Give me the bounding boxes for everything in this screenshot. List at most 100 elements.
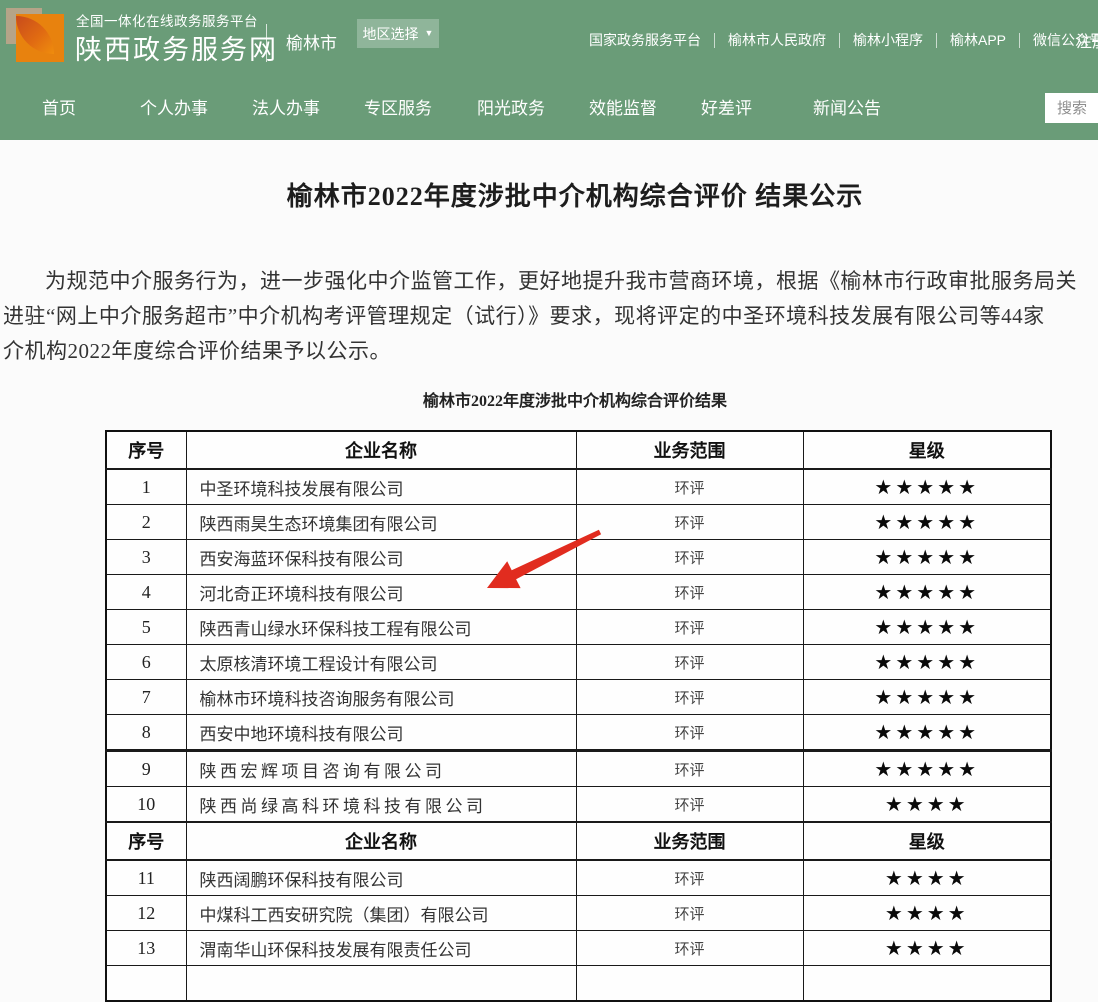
nav-item-home[interactable]: 首页 xyxy=(42,99,76,119)
cell-scope: 环评 xyxy=(576,575,803,610)
cell-company-name: 中圣环境科技发展有限公司 xyxy=(186,469,576,505)
cell-scope: 环评 xyxy=(576,645,803,680)
cell-no: 10 xyxy=(106,787,186,823)
cell-scope: 环评 xyxy=(576,715,803,751)
link-national-platform[interactable]: 国家政务服务平台 xyxy=(576,30,714,50)
cell-scope: 环评 xyxy=(576,751,803,787)
header-links: 国家政务服务平台 榆林市人民政府 榆林小程序 榆林APP 微信公众号 xyxy=(576,30,1098,50)
cell-star-rating xyxy=(803,966,1051,1002)
cell-company-name: 太原核清环境工程设计有限公司 xyxy=(186,645,576,680)
cell-no: 9 xyxy=(106,751,186,787)
cell-company-name: 西安中地环境科技有限公司 xyxy=(186,715,576,751)
link-yulin-app[interactable]: 榆林APP xyxy=(937,30,1019,50)
cell-no: 13 xyxy=(106,931,186,966)
table-row-highlighted: 4 河北奇正环境科技有限公司 环评 ★★★★★ xyxy=(106,575,1051,610)
cell-company-name: 陕西尚绿高科环境科技有限公司 xyxy=(186,787,576,823)
cell-company-name xyxy=(186,966,576,1002)
cell-company-name: 陕西宏辉项目咨询有限公司 xyxy=(186,751,576,787)
nav-item-efficiency[interactable]: 效能监督 xyxy=(589,99,657,119)
cell-no: 5 xyxy=(106,610,186,645)
cell-scope: 环评 xyxy=(576,469,803,505)
nav-item-sunshine[interactable]: 阳光政务 xyxy=(477,99,545,119)
table-caption: 榆林市2022年度涉批中介机构综合评价结果 xyxy=(3,387,1098,411)
announcement-paragraph: 为规范中介服务行为，进一步强化中介监管工作，更好地提升我市营商环境，根据《榆林市… xyxy=(3,264,1098,369)
cell-star-rating: ★★★★★ xyxy=(803,751,1051,787)
table-row: 9 陕西宏辉项目咨询有限公司 环评 ★★★★★ xyxy=(106,751,1051,787)
cell-scope xyxy=(576,966,803,1002)
column-header-name: 企业名称 xyxy=(186,431,576,469)
table-header-row: 序号 企业名称 业务范围 星级 xyxy=(106,431,1051,469)
table-row: 8 西安中地环境科技有限公司 环评 ★★★★★ xyxy=(106,715,1051,751)
cell-company-name: 河北奇正环境科技有限公司 xyxy=(186,575,576,610)
cell-star-rating: ★★★★★ xyxy=(803,575,1051,610)
column-header-name: 企业名称 xyxy=(186,822,576,860)
cell-scope: 环评 xyxy=(576,610,803,645)
cell-scope: 环评 xyxy=(576,896,803,931)
region-selector-button[interactable]: 地区选择 ▼ xyxy=(357,19,439,48)
table-row: 6 太原核清环境工程设计有限公司 环评 ★★★★★ xyxy=(106,645,1051,680)
cell-scope: 环评 xyxy=(576,787,803,823)
cell-scope: 环评 xyxy=(576,505,803,540)
link-yulin-miniprogram[interactable]: 榆林小程序 xyxy=(840,30,936,50)
cell-star-rating: ★★★★★ xyxy=(803,540,1051,575)
cell-star-rating: ★★★★★ xyxy=(803,715,1051,751)
table-row: 10 陕西尚绿高科环境科技有限公司 环评 ★★★★ xyxy=(106,787,1051,823)
table-row: 12 中煤科工西安研究院（集团）有限公司 环评 ★★★★ xyxy=(106,896,1051,931)
nav-item-review[interactable]: 好差评 xyxy=(701,99,752,119)
register-link[interactable]: 注册 xyxy=(1076,28,1098,52)
region-selector-label: 地区选择 xyxy=(363,24,419,44)
cell-company-name: 陕西青山绿水环保科技工程有限公司 xyxy=(186,610,576,645)
cell-company-name: 渭南华山环保科技发展有限责任公司 xyxy=(186,931,576,966)
link-yulin-government[interactable]: 榆林市人民政府 xyxy=(715,30,839,50)
cell-no: 8 xyxy=(106,715,186,751)
paragraph-line: 为规范中介服务行为，进一步强化中介监管工作，更好地提升我市营商环境，根据《榆林市… xyxy=(3,264,1098,299)
cell-no: 3 xyxy=(106,540,186,575)
cell-scope: 环评 xyxy=(576,680,803,715)
nav-item-news[interactable]: 新闻公告 xyxy=(813,99,881,119)
column-header-no: 序号 xyxy=(106,822,186,860)
cell-company-name: 陕西雨昊生态环境集团有限公司 xyxy=(186,505,576,540)
nav-item-legal[interactable]: 法人办事 xyxy=(252,99,320,119)
cell-no: 4 xyxy=(106,575,186,610)
cell-company-name: 中煤科工西安研究院（集团）有限公司 xyxy=(186,896,576,931)
cell-no: 12 xyxy=(106,896,186,931)
cell-company-name: 西安海蓝环保科技有限公司 xyxy=(186,540,576,575)
cell-company-name: 陕西阔鹏环保科技有限公司 xyxy=(186,860,576,896)
site-header: 全国一体化在线政务服务平台 陕西政务服务网 榆林市 地区选择 ▼ 国家政务服务平… xyxy=(0,0,1098,140)
cell-star-rating: ★★★★★ xyxy=(803,610,1051,645)
cell-scope: 环评 xyxy=(576,540,803,575)
cell-star-rating: ★★★★ xyxy=(803,931,1051,966)
column-header-stars: 星级 xyxy=(803,431,1051,469)
table-row: 1 中圣环境科技发展有限公司 环评 ★★★★★ xyxy=(106,469,1051,505)
current-city-label: 榆林市 xyxy=(286,29,337,54)
nav-item-zone[interactable]: 专区服务 xyxy=(364,99,432,119)
site-logo-icon xyxy=(6,8,66,66)
column-header-scope: 业务范围 xyxy=(576,822,803,860)
cell-star-rating: ★★★★ xyxy=(803,787,1051,823)
chevron-down-icon: ▼ xyxy=(425,29,434,38)
cell-no: 1 xyxy=(106,469,186,505)
nav-item-personal[interactable]: 个人办事 xyxy=(140,99,208,119)
cell-company-name: 榆林市环境科技咨询服务有限公司 xyxy=(186,680,576,715)
cell-scope: 环评 xyxy=(576,931,803,966)
table-row: 13 渭南华山环保科技发展有限责任公司 环评 ★★★★ xyxy=(106,931,1051,966)
column-header-stars: 星级 xyxy=(803,822,1051,860)
site-name: 陕西政务服务网 xyxy=(75,28,278,67)
cell-star-rating: ★★★★★ xyxy=(803,469,1051,505)
paragraph-line: 进驻“网上中介服务超市”中介机构考评管理规定（试行）》要求，现将评定的中圣环境科… xyxy=(3,299,1098,334)
table-header-row-repeat: 序号 企业名称 业务范围 星级 xyxy=(106,822,1051,860)
table-row: 5 陕西青山绿水环保科技工程有限公司 环评 ★★★★★ xyxy=(106,610,1051,645)
cell-no: 7 xyxy=(106,680,186,715)
cell-no xyxy=(106,966,186,1002)
platform-tagline: 全国一体化在线政务服务平台 xyxy=(76,10,258,30)
table-row: 7 榆林市环境科技咨询服务有限公司 环评 ★★★★★ xyxy=(106,680,1051,715)
cell-star-rating: ★★★★★ xyxy=(803,680,1051,715)
cell-no: 6 xyxy=(106,645,186,680)
table-row: 11 陕西阔鹏环保科技有限公司 环评 ★★★★ xyxy=(106,860,1051,896)
column-header-no: 序号 xyxy=(106,431,186,469)
header-divider xyxy=(266,24,267,62)
cell-scope: 环评 xyxy=(576,860,803,896)
cell-star-rating: ★★★★ xyxy=(803,896,1051,931)
search-input[interactable] xyxy=(1045,93,1098,123)
cell-no: 2 xyxy=(106,505,186,540)
